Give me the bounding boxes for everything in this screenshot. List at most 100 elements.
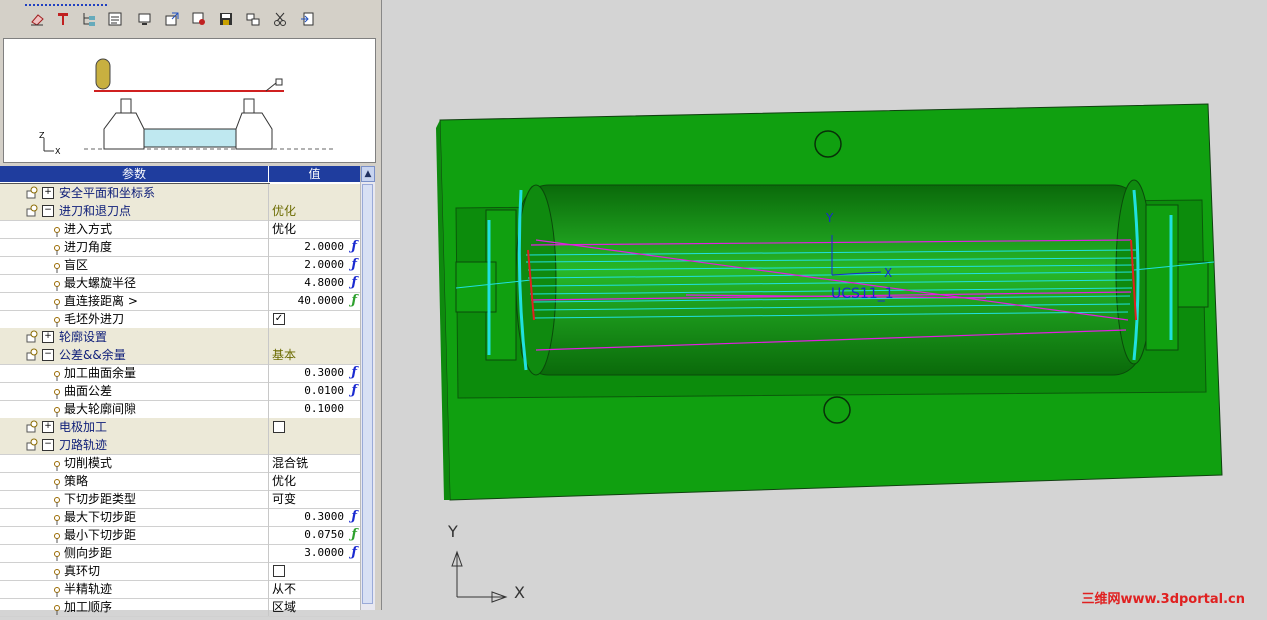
- checkbox[interactable]: [273, 565, 285, 577]
- scroll-up-arrow[interactable]: ▲: [361, 166, 375, 182]
- param-row[interactable]: 加工曲面余量 0.3000 ƒ: [0, 364, 360, 383]
- param-label: 直连接距离 >: [64, 294, 138, 308]
- param-row[interactable]: 侧向步距 3.0000 ƒ: [0, 544, 360, 563]
- param-row[interactable]: 直连接距离 > 40.0000 ƒ: [0, 292, 360, 311]
- param-value-cell[interactable]: 0.0100 ƒ: [269, 382, 360, 400]
- expand-toggle-icon[interactable]: +: [42, 187, 54, 199]
- checkbox[interactable]: [273, 421, 285, 433]
- param-value: 混合铣: [272, 456, 309, 470]
- checkbox[interactable]: ✓: [273, 313, 285, 325]
- group-row[interactable]: + 电极加工: [0, 418, 360, 437]
- pin-icon: [53, 242, 61, 255]
- param-value-cell[interactable]: 0.0750 ƒ: [269, 526, 360, 544]
- param-value-cell[interactable]: 优化: [269, 220, 360, 238]
- param-row[interactable]: 最大轮廓间隙 0.1000: [0, 400, 360, 419]
- group-row[interactable]: + 轮廓设置: [0, 328, 360, 347]
- eraser-icon[interactable]: [28, 9, 46, 29]
- function-icon[interactable]: ƒ: [351, 256, 357, 274]
- save-icon[interactable]: [217, 9, 235, 29]
- ucs-axis-x: X: [884, 266, 892, 280]
- exit-icon[interactable]: [298, 9, 316, 29]
- function-icon[interactable]: ƒ: [351, 292, 357, 310]
- param-value-cell[interactable]: [269, 328, 360, 346]
- param-value-cell[interactable]: 混合铣: [269, 454, 360, 472]
- param-value-cell[interactable]: [269, 562, 360, 580]
- param-row[interactable]: 毛坯外进刀 ✓: [0, 310, 360, 329]
- header-param[interactable]: 参数: [0, 166, 269, 182]
- param-row[interactable]: 最小下切步距 0.0750 ƒ: [0, 526, 360, 545]
- pin-icon: [53, 548, 61, 561]
- expand-toggle-icon[interactable]: −: [42, 349, 54, 361]
- header-value[interactable]: 值: [269, 166, 361, 182]
- tool-icon[interactable]: [54, 9, 72, 29]
- group-row[interactable]: − 公差&&余量 基本: [0, 346, 360, 365]
- param-value-cell[interactable]: 0.3000 ƒ: [269, 508, 360, 526]
- tree-icon[interactable]: [80, 9, 98, 29]
- group-row[interactable]: − 进刀和退刀点 优化: [0, 202, 360, 221]
- param-value-cell[interactable]: [269, 418, 360, 436]
- param-value-cell[interactable]: ✓: [269, 310, 360, 328]
- param-label: 下切步距类型: [64, 492, 137, 506]
- param-value-cell[interactable]: 可变: [269, 490, 360, 508]
- group-row[interactable]: + 安全平面和坐标系: [0, 183, 360, 203]
- expand-toggle-icon[interactable]: +: [42, 331, 54, 343]
- param-label: 毛坯外进刀: [64, 312, 125, 326]
- function-icon[interactable]: ƒ: [351, 364, 357, 382]
- world-axis-triad: Y X: [447, 522, 525, 603]
- scroll-thumb[interactable]: [362, 184, 373, 604]
- param-row[interactable]: 盲区 2.0000 ƒ: [0, 256, 360, 275]
- param-value-cell[interactable]: 2.0000 ƒ: [269, 256, 360, 274]
- param-row[interactable]: 最大下切步距 0.3000 ƒ: [0, 508, 360, 527]
- function-icon[interactable]: ƒ: [351, 238, 357, 256]
- param-row[interactable]: 进刀角度 2.0000 ƒ: [0, 238, 360, 257]
- function-icon[interactable]: ƒ: [351, 274, 357, 292]
- param-value-cell[interactable]: 优化: [269, 472, 360, 490]
- param-row[interactable]: 策略 优化: [0, 472, 360, 491]
- param-value-cell[interactable]: 0.1000: [269, 400, 360, 418]
- param-row[interactable]: 加工顺序 区域: [0, 598, 360, 617]
- vertical-scrollbar[interactable]: ▲: [360, 166, 375, 610]
- param-value-cell[interactable]: 40.0000 ƒ: [269, 292, 360, 310]
- cut-icon[interactable]: [271, 9, 289, 29]
- param-name-cell: 切削模式: [0, 454, 269, 472]
- function-icon[interactable]: ƒ: [351, 544, 357, 562]
- param-name-cell: + 安全平面和坐标系: [0, 183, 270, 203]
- expand-toggle-icon[interactable]: −: [42, 439, 54, 451]
- expand-toggle-icon[interactable]: +: [42, 421, 54, 433]
- graphics-viewport[interactable]: Y X UCS11_1 Y X: [386, 0, 1267, 610]
- link-icon[interactable]: [244, 9, 262, 29]
- param-value-cell[interactable]: 3.0000 ƒ: [269, 544, 360, 562]
- param-label: 最大螺旋半径: [64, 276, 137, 290]
- param-value-cell[interactable]: 基本: [269, 346, 360, 364]
- function-icon[interactable]: ƒ: [351, 508, 357, 526]
- param-value-cell[interactable]: 从不: [269, 580, 360, 598]
- param-value-cell[interactable]: [269, 184, 360, 202]
- param-row[interactable]: 曲面公差 0.0100 ƒ: [0, 382, 360, 401]
- param-value-cell[interactable]: 优化: [269, 202, 360, 220]
- expand-toggle-icon[interactable]: −: [42, 205, 54, 217]
- group-label: 安全平面和坐标系: [59, 186, 156, 200]
- monitor-icon[interactable]: [136, 9, 154, 29]
- group-row[interactable]: − 刀路轨迹: [0, 436, 360, 455]
- param-value-cell[interactable]: [269, 436, 360, 454]
- param-row[interactable]: 下切步距类型 可变: [0, 490, 360, 509]
- list-icon[interactable]: [106, 9, 124, 29]
- param-name-cell: 侧向步距: [0, 544, 269, 562]
- group-label: 轮廓设置: [59, 330, 108, 344]
- param-value-cell[interactable]: 区域: [269, 598, 360, 616]
- function-icon[interactable]: ƒ: [351, 526, 357, 544]
- param-row[interactable]: 进入方式 优化: [0, 220, 360, 239]
- param-row[interactable]: 真环切: [0, 562, 360, 581]
- param-row[interactable]: 切削模式 混合铣: [0, 454, 360, 473]
- param-row[interactable]: 半精轨迹 从不: [0, 580, 360, 599]
- pin-icon: [53, 602, 61, 615]
- param-value-cell[interactable]: 2.0000 ƒ: [269, 238, 360, 256]
- param-value-cell[interactable]: 4.8000 ƒ: [269, 274, 360, 292]
- parameter-panel: Z X 参数 值 + 安全平面和坐标系 − 进刀和退刀点 优化 进入方式 优化 进刀角度 2.0…: [0, 0, 382, 617]
- param-name-cell: 半精轨迹: [0, 580, 269, 598]
- function-icon[interactable]: ƒ: [351, 382, 357, 400]
- param-value-cell[interactable]: 0.3000 ƒ: [269, 364, 360, 382]
- export-icon[interactable]: [163, 9, 181, 29]
- param-row[interactable]: 最大螺旋半径 4.8000 ƒ: [0, 274, 360, 293]
- data-icon[interactable]: [190, 9, 208, 29]
